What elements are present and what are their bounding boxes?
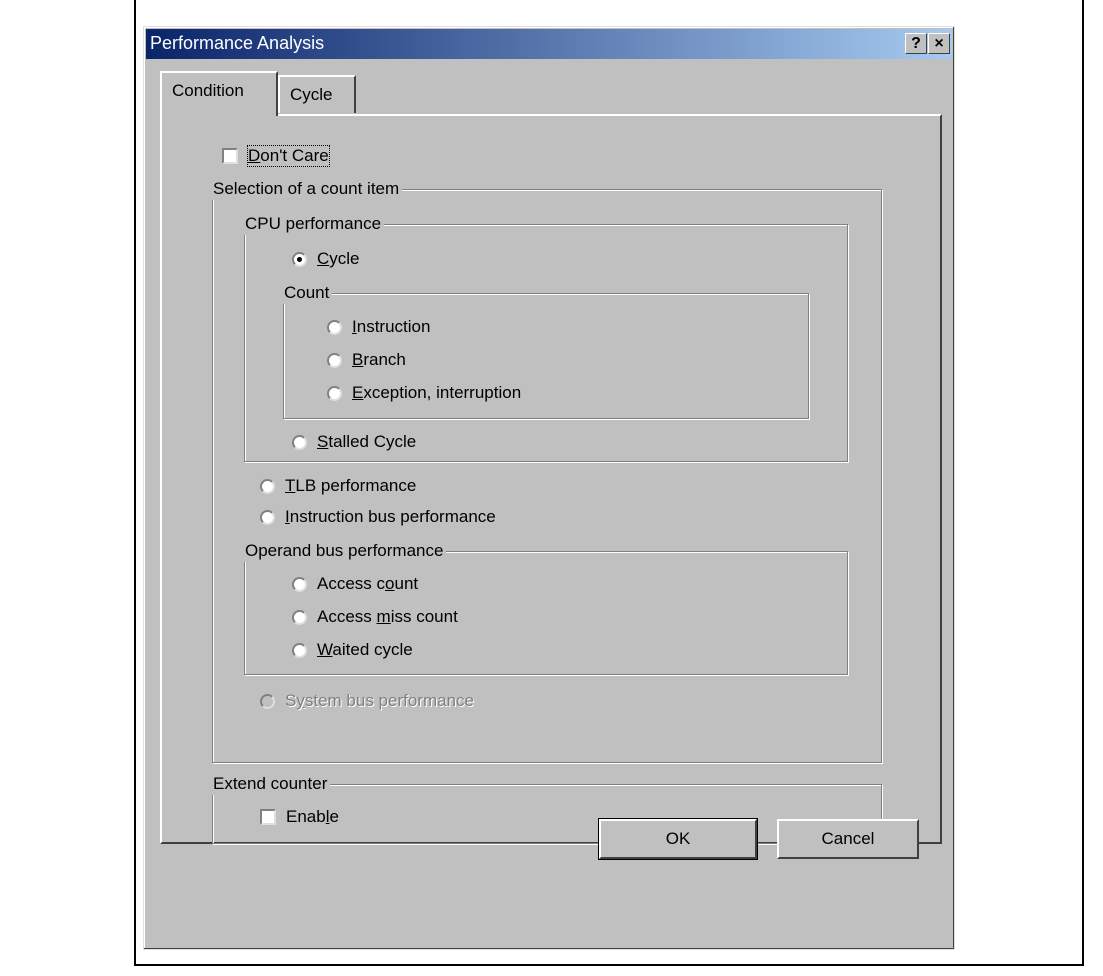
enable-checkbox-label: Enable [286, 807, 339, 826]
ok-button[interactable]: OK [598, 818, 758, 860]
instruction-bus-radio[interactable]: Instruction bus performance [260, 505, 496, 529]
cycle-radio-label: Cycle [317, 249, 360, 268]
extend-counter-group-label: Extend counter [211, 773, 331, 795]
branch-radio[interactable]: Branch [327, 348, 406, 372]
cycle-radio[interactable]: Cycle [292, 247, 360, 271]
access-count-radio-label: Access count [317, 574, 419, 593]
waited-cycle-radio-label: Waited cycle [317, 640, 413, 659]
access-miss-radio-label: Access miss count [317, 607, 458, 626]
instruction-bus-radio-label: Instruction bus performance [285, 507, 496, 526]
operand-bus-group: Operand bus performance Access count Acc… [243, 540, 848, 675]
exception-radio-label: Exception, interruption [352, 383, 522, 402]
waited-cycle-radio-button[interactable] [292, 642, 307, 658]
performance-analysis-dialog: Performance Analysis ? × Condition Cycle… [143, 26, 955, 950]
branch-radio-button[interactable] [327, 352, 342, 368]
system-bus-radio[interactable]: System bus performance [260, 689, 474, 713]
dont-care-label: Don't Care [247, 145, 330, 167]
operand-bus-group-label: Operand bus performance [243, 540, 447, 562]
count-item-group-label: Selection of a count item [211, 178, 403, 200]
stalled-cycle-radio-button[interactable] [292, 434, 307, 450]
condition-panel: Don't Care Selection of a count item CPU… [160, 114, 942, 844]
tlb-performance-radio-label: TLB performance [285, 476, 417, 495]
dont-care-checkbox[interactable]: Don't Care [222, 144, 330, 168]
tlb-performance-radio[interactable]: TLB performance [260, 474, 416, 498]
exception-radio-button[interactable] [327, 385, 342, 401]
exception-radio[interactable]: Exception, interruption [327, 381, 521, 405]
tlb-performance-radio-button[interactable] [260, 478, 275, 494]
branch-radio-label: Branch [352, 350, 406, 369]
cpu-performance-group-label: CPU performance [243, 213, 385, 235]
instruction-radio-button[interactable] [327, 319, 342, 335]
cpu-performance-group: CPU performance Cycle Count Instruction … [243, 213, 848, 462]
access-count-radio[interactable]: Access count [292, 572, 418, 596]
cycle-radio-button[interactable] [292, 251, 307, 267]
enable-checkbox[interactable]: Enable [260, 805, 339, 829]
waited-cycle-radio[interactable]: Waited cycle [292, 638, 413, 662]
instruction-bus-radio-button[interactable] [260, 509, 275, 525]
tab-condition[interactable]: Condition [160, 71, 278, 116]
instruction-radio[interactable]: Instruction [327, 315, 430, 339]
access-miss-radio-button[interactable] [292, 609, 307, 625]
dialog-title: Performance Analysis [150, 33, 325, 53]
system-bus-radio-label: System bus performance [285, 691, 474, 710]
tab-cycle[interactable]: Cycle [278, 75, 356, 113]
instruction-radio-label: Instruction [352, 317, 431, 336]
count-group: Count Instruction Branch Exception, inte… [282, 282, 809, 419]
enable-check-box[interactable] [260, 809, 276, 825]
system-bus-radio-button[interactable] [260, 693, 275, 709]
count-group-label: Count [282, 282, 333, 304]
help-button[interactable]: ? [905, 33, 927, 54]
cancel-button[interactable]: Cancel [777, 819, 919, 859]
stalled-cycle-radio-label: Stalled Cycle [317, 432, 417, 451]
close-button[interactable]: × [928, 33, 950, 54]
access-count-radio-button[interactable] [292, 576, 307, 592]
stalled-cycle-radio[interactable]: Stalled Cycle [292, 430, 416, 454]
tab-condition-label: Condition [172, 81, 244, 100]
tab-cycle-label: Cycle [290, 85, 333, 104]
title-bar: Performance Analysis ? × [146, 29, 952, 59]
access-miss-radio[interactable]: Access miss count [292, 605, 458, 629]
count-item-group: Selection of a count item CPU performanc… [211, 178, 882, 763]
dont-care-check-box[interactable] [222, 148, 238, 164]
